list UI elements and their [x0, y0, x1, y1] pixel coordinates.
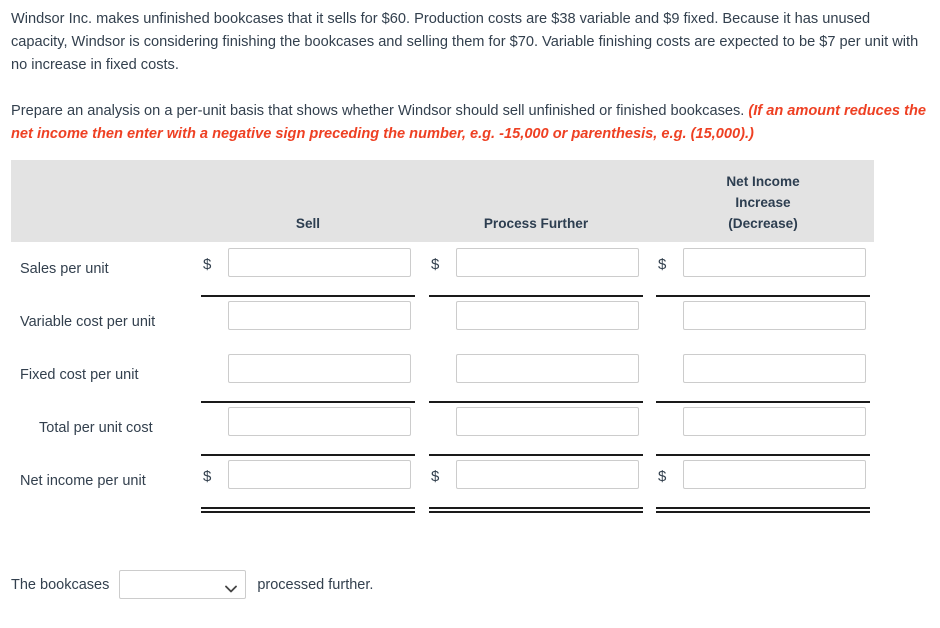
row-label: Variable cost per unit: [20, 313, 156, 330]
table-row: Fixed cost per unit: [11, 348, 874, 403]
problem-paragraph-1: Windsor Inc. makes unfinished bookcases …: [11, 11, 919, 73]
currency-symbol: $: [658, 256, 667, 273]
currency-symbol: $: [658, 468, 667, 485]
table-cell: [429, 354, 643, 395]
table-row: Total per unit cost: [11, 401, 874, 456]
amount-input[interactable]: [228, 407, 411, 436]
problem-statement: Windsor Inc. makes unfinished bookcases …: [0, 0, 940, 146]
table-cell: $: [201, 248, 415, 289]
table-cell: [656, 301, 870, 342]
conclusion-row: The bookcases should beshould not be pro…: [11, 570, 373, 599]
table-cell: $: [656, 460, 870, 501]
problem-paragraph-2: Prepare an analysis on a per-unit basis …: [11, 100, 926, 146]
row-label: Net income per unit: [20, 472, 146, 489]
table-cell: [201, 407, 415, 448]
amount-input[interactable]: [456, 354, 639, 383]
amount-input[interactable]: [228, 460, 411, 489]
table-cell: [429, 301, 643, 342]
amount-input[interactable]: [456, 460, 639, 489]
table-body: Sales per unit $ $ $ Variable cost per unit F…: [11, 242, 874, 513]
amount-input[interactable]: [456, 248, 639, 277]
table-row: Variable cost per unit: [11, 295, 874, 348]
amount-input[interactable]: [228, 301, 411, 330]
column-header-net-income-line2: Increase: [735, 195, 791, 210]
currency-symbol: $: [431, 256, 440, 273]
conclusion-select[interactable]: should beshould not be: [119, 570, 247, 599]
amount-input[interactable]: [456, 301, 639, 330]
table-cell: $: [656, 248, 870, 289]
table-cell: [201, 301, 415, 342]
problem-instruction: Prepare an analysis on a per-unit basis …: [11, 103, 749, 119]
column-header-net-income-line3: (Decrease): [728, 216, 798, 231]
conclusion-text-before: The bookcases: [11, 576, 110, 593]
amount-input[interactable]: [683, 248, 866, 277]
table-cell: [429, 407, 643, 448]
conclusion-text-after: processed further.: [257, 576, 374, 593]
row-label: Total per unit cost: [39, 419, 153, 436]
column-header-process-further: Process Further: [483, 216, 589, 231]
table-row: Net income per unit $ $ $: [11, 454, 874, 513]
double-rule: [201, 507, 415, 513]
table-cell: $: [201, 460, 415, 501]
double-rule: [656, 507, 870, 513]
table-cell: [656, 407, 870, 448]
table-cell: $: [429, 248, 643, 289]
table-cell: [201, 354, 415, 395]
amount-input[interactable]: [683, 407, 866, 436]
table-row: Sales per unit $ $ $: [11, 242, 874, 297]
amount-input[interactable]: [683, 460, 866, 489]
currency-symbol: $: [203, 468, 212, 485]
column-header-sell: Sell: [295, 216, 321, 231]
conclusion-select-wrap: should beshould not be: [119, 570, 247, 599]
table-cell: $: [429, 460, 643, 501]
table-cell: [656, 354, 870, 395]
analysis-table: Sell Process Further Net Income Increase…: [11, 160, 874, 513]
amount-input[interactable]: [456, 407, 639, 436]
amount-input[interactable]: [228, 354, 411, 383]
column-header-net-income-line1: Net Income: [726, 174, 800, 189]
table-header-band: Sell Process Further Net Income Increase…: [11, 160, 874, 242]
currency-symbol: $: [431, 468, 440, 485]
amount-input[interactable]: [228, 248, 411, 277]
amount-input[interactable]: [683, 354, 866, 383]
amount-input[interactable]: [683, 301, 866, 330]
currency-symbol: $: [203, 256, 212, 273]
double-rule: [429, 507, 643, 513]
row-label: Fixed cost per unit: [20, 366, 139, 383]
row-label: Sales per unit: [20, 260, 109, 277]
column-header-net-income: Net Income Increase (Decrease): [656, 171, 870, 234]
